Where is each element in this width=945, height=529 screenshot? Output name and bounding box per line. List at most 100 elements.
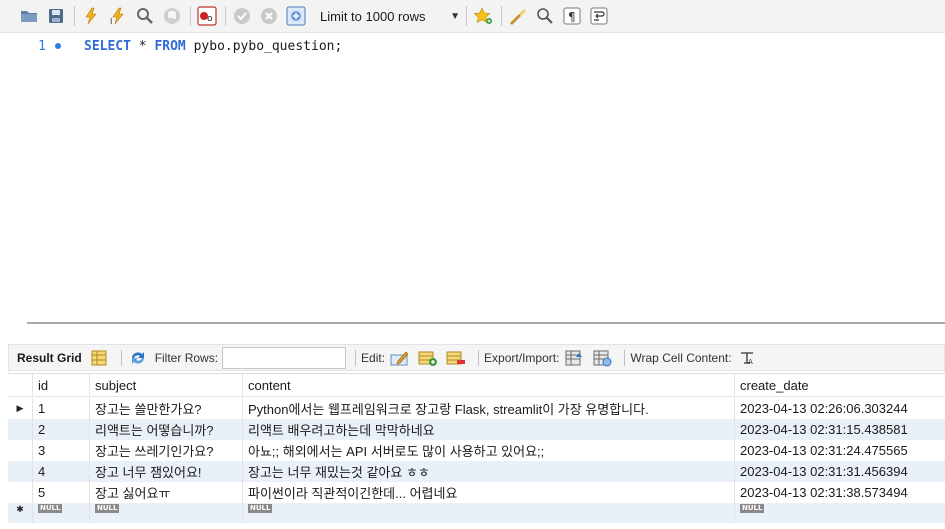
column-header-subject[interactable]: subject (90, 374, 243, 396)
current-row-icon: ▶ (8, 398, 33, 419)
keyword-select: SELECT (84, 38, 131, 54)
cell-subject[interactable]: 장고는 쓸만한가요? (90, 398, 243, 419)
new-row[interactable]: ✱ NULL NULL NULL NULL (8, 503, 945, 523)
cell-create-date[interactable]: 2023-04-13 02:31:24.475565 (735, 440, 945, 461)
limit-rows-select[interactable]: Limit to 1000 rows ▼ (314, 5, 464, 27)
autocommit-icon[interactable] (285, 5, 307, 27)
toggle-continue-icon[interactable]: o (196, 5, 218, 27)
select-star: * (130, 38, 155, 54)
table-row[interactable]: 2 리액트는 어떻습니까? 리액트 배우려고하는데 막막하네요 2023-04-… (8, 419, 945, 440)
invisible-chars-icon[interactable]: ¶ (561, 5, 583, 27)
commit-icon[interactable] (231, 5, 253, 27)
cell-content[interactable]: 아뇨;; 해외에서는 API 서버로도 많이 사용하고 있어요;; (243, 440, 735, 461)
result-grid: id subject content create_date ▶ 1 장고는 쓸… (8, 373, 945, 523)
toolbar-separator (501, 6, 502, 26)
cell-id[interactable]: 2 (33, 419, 90, 440)
null-badge: NULL (38, 504, 63, 513)
toolbar-separator (120, 349, 122, 366)
edit-row-icon[interactable] (389, 348, 411, 368)
column-header-id[interactable]: id (33, 374, 90, 396)
svg-text:o: o (207, 14, 213, 24)
code-line-1[interactable]: 1 SELECT * FROM pybo.pybo_question; (0, 38, 945, 54)
toolbar-separator (225, 6, 226, 26)
cell-subject[interactable]: 리액트는 어떻습니까? (90, 419, 243, 440)
row-marker-header (8, 374, 33, 396)
cell-id[interactable]: NULL (33, 503, 90, 523)
cell-content[interactable]: NULL (243, 503, 735, 523)
import-icon[interactable] (591, 348, 613, 368)
cell-id[interactable]: 5 (33, 482, 90, 503)
toolbar-separator (624, 349, 626, 366)
cell-subject[interactable]: NULL (90, 503, 243, 523)
export-icon[interactable] (563, 348, 585, 368)
toolbar-separator (74, 6, 75, 26)
sql-editor[interactable]: 1 SELECT * FROM pybo.pybo_question; (0, 33, 945, 318)
filter-rows-label: Filter Rows: (154, 350, 219, 365)
cell-content[interactable]: Python에서는 웹프레임워크로 장고랑 Flask, streamlit이 … (243, 398, 735, 419)
cell-create-date[interactable]: 2023-04-13 02:31:38.573494 (735, 482, 945, 503)
line-number: 1 (38, 38, 46, 54)
null-badge: NULL (740, 504, 765, 513)
rollback-icon[interactable] (258, 5, 280, 27)
null-badge: NULL (95, 504, 120, 513)
delete-row-icon[interactable] (445, 348, 467, 368)
execute-icon[interactable] (80, 5, 102, 27)
edit-label: Edit: (361, 350, 386, 365)
refresh-icon[interactable] (127, 348, 149, 368)
toolbar-separator (478, 349, 480, 366)
keyword-from: FROM (154, 38, 186, 54)
cell-content[interactable]: 파이썬이라 직관적이긴한데... 어렵네요 (243, 482, 735, 503)
save-icon[interactable] (45, 5, 67, 27)
beautify-icon[interactable] (507, 5, 529, 27)
null-badge: NULL (248, 504, 273, 513)
toolbar-separator (466, 6, 467, 26)
row-marker (8, 419, 33, 440)
table-row[interactable]: 3 장고는 쓰레기인가요? 아뇨;; 해외에서는 API 서버로도 많이 사용하… (8, 440, 945, 461)
column-header-create-date[interactable]: create_date (735, 374, 945, 396)
table-row[interactable]: 5 장고 싫어요ㅠ 파이썬이라 직관적이긴한데... 어렵네요 2023-04-… (8, 482, 945, 503)
row-marker (8, 440, 33, 461)
cell-create-date[interactable]: 2023-04-13 02:31:15.438581 (735, 419, 945, 440)
column-header-content[interactable]: content (243, 374, 735, 396)
cell-subject[interactable]: 장고 너무 잼있어요! (90, 461, 243, 482)
result-grid-toolbar: Result Grid Filter Rows: Edit: Export/Im… (8, 344, 945, 371)
chevron-down-icon: ▼ (450, 10, 460, 22)
table-row[interactable]: 4 장고 너무 잼있어요! 장고는 너무 재밌는것 같아요 ㅎㅎ 2023-04… (8, 461, 945, 482)
export-import-label: Export/Import: (484, 350, 560, 365)
find-icon[interactable] (534, 5, 556, 27)
new-row-icon: ✱ (8, 503, 33, 523)
limit-rows-label: Limit to 1000 rows (320, 8, 426, 24)
cell-id[interactable]: 1 (33, 398, 90, 419)
wrap-cell-label: Wrap Cell Content: (630, 350, 732, 365)
editor-result-splitter[interactable] (27, 322, 945, 324)
cell-content[interactable]: 장고는 너무 재밌는것 같아요 ㅎㅎ (243, 461, 735, 482)
row-marker (8, 461, 33, 482)
table-row[interactable]: ▶ 1 장고는 쓸만한가요? Python에서는 웹프레임워크로 장고랑 Fla… (8, 398, 945, 419)
sql-editor-toolbar: I o Limit to 1000 rows ▼ ¶ (0, 0, 945, 33)
cell-id[interactable]: 3 (33, 440, 90, 461)
wrap-icon[interactable] (588, 5, 610, 27)
explain-icon[interactable] (134, 5, 156, 27)
toolbar-separator (190, 6, 191, 26)
cell-create-date[interactable]: NULL (735, 503, 945, 523)
toolbar-separator (355, 349, 357, 366)
statement-marker-icon (55, 43, 61, 49)
cell-subject[interactable]: 장고 싫어요ㅠ (90, 482, 243, 503)
cell-id[interactable]: 4 (33, 461, 90, 482)
add-row-icon[interactable] (417, 348, 439, 368)
cell-subject[interactable]: 장고는 쓰레기인가요? (90, 440, 243, 461)
filter-rows-input[interactable] (222, 346, 347, 369)
grid-header-row: id subject content create_date (8, 374, 945, 397)
stop-icon[interactable] (161, 5, 183, 27)
cell-create-date[interactable]: 2023-04-13 02:26:06.303244 (735, 398, 945, 419)
wrap-cell-icon[interactable]: A (736, 348, 758, 368)
table-name: pybo.pybo_question; (185, 38, 343, 54)
row-marker (8, 482, 33, 503)
cell-content[interactable]: 리액트 배우려고하는데 막막하네요 (243, 419, 735, 440)
open-folder-icon[interactable] (18, 5, 40, 27)
cell-create-date[interactable]: 2023-04-13 02:31:31.456394 (735, 461, 945, 482)
execute-current-icon[interactable]: I (107, 5, 129, 27)
tab-result-grid[interactable]: Result Grid (9, 351, 88, 365)
grid-layout-icon[interactable] (88, 348, 110, 368)
favorite-icon[interactable] (472, 5, 494, 27)
